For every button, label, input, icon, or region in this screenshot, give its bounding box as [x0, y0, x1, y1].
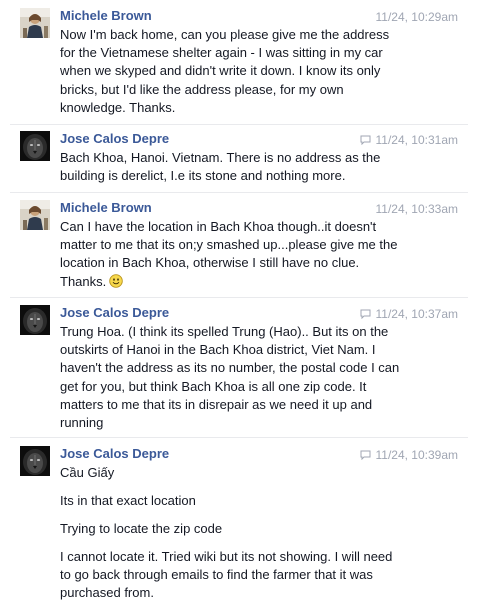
lion-photo-avatar-icon — [20, 446, 50, 476]
message-text: Its in that exact location — [60, 493, 196, 508]
message-text: Now I'm back home, can you please give m… — [60, 27, 390, 115]
divider — [10, 192, 468, 193]
reply-bubble-icon — [360, 450, 371, 460]
sender-name-link[interactable]: Jose Calos Depre — [60, 305, 169, 321]
message-text: Trung Hoa. (I think its spelled Trung (H… — [60, 324, 400, 431]
message-text: Trying to locate the zip code — [60, 521, 223, 536]
avatar[interactable] — [20, 446, 50, 476]
timestamp-with-reply: 11/24, 10:31am — [360, 132, 458, 148]
reply-bubble-icon — [360, 135, 371, 145]
avatar[interactable] — [20, 131, 50, 161]
message-text: I cannot locate it. Tried wiki but its n… — [60, 549, 393, 601]
timestamp: 11/24, 10:37am — [375, 307, 458, 321]
message-body: Now I'm back home, can you please give m… — [60, 26, 405, 117]
avatar[interactable] — [20, 200, 50, 230]
timestamp-with-reply: 11/24, 10:37am — [360, 306, 458, 322]
sender-name-link[interactable]: Michele Brown — [60, 8, 152, 24]
divider — [10, 297, 468, 298]
message-text: Bach Khoa, Hanoi. Vietnam. There is no a… — [60, 150, 381, 184]
timestamp: 11/24, 10:39am — [375, 448, 458, 462]
message-text-paragraph: Can I have the location in Bach Khoa tho… — [60, 218, 405, 291]
timestamp: 11/24, 10:31am — [375, 133, 458, 147]
timestamp: 11/24, 10:29am — [375, 10, 458, 24]
message-body: Trung Hoa. (I think its spelled Trung (H… — [60, 323, 405, 432]
sender-name-link[interactable]: Jose Calos Depre — [60, 446, 169, 462]
woman-photo-avatar-icon — [20, 200, 50, 230]
lion-photo-avatar-icon — [20, 131, 50, 161]
timestamp: 11/24, 10:33am — [375, 202, 458, 216]
divider — [10, 124, 468, 125]
message-body: Bach Khoa, Hanoi. Vietnam. There is no a… — [60, 149, 405, 185]
reply-bubble-icon — [360, 309, 371, 319]
avatar[interactable] — [20, 8, 50, 38]
woman-photo-avatar-icon — [20, 8, 50, 38]
message-text: Cầu Giấy — [60, 465, 115, 480]
timestamp-with-reply: 11/24, 10:39am — [360, 447, 458, 463]
sender-name-link[interactable]: Michele Brown — [60, 200, 152, 216]
sender-name-link[interactable]: Jose Calos Depre — [60, 131, 169, 147]
lion-photo-avatar-icon — [20, 305, 50, 335]
avatar[interactable] — [20, 305, 50, 335]
message-body: Can I have the location in Bach Khoa tho… — [60, 218, 405, 291]
divider — [10, 437, 468, 438]
message-thread: Michele Brown 11/24, 10:29am Now I'm bac… — [0, 0, 478, 609]
smiley-emoji-icon — [109, 273, 124, 288]
